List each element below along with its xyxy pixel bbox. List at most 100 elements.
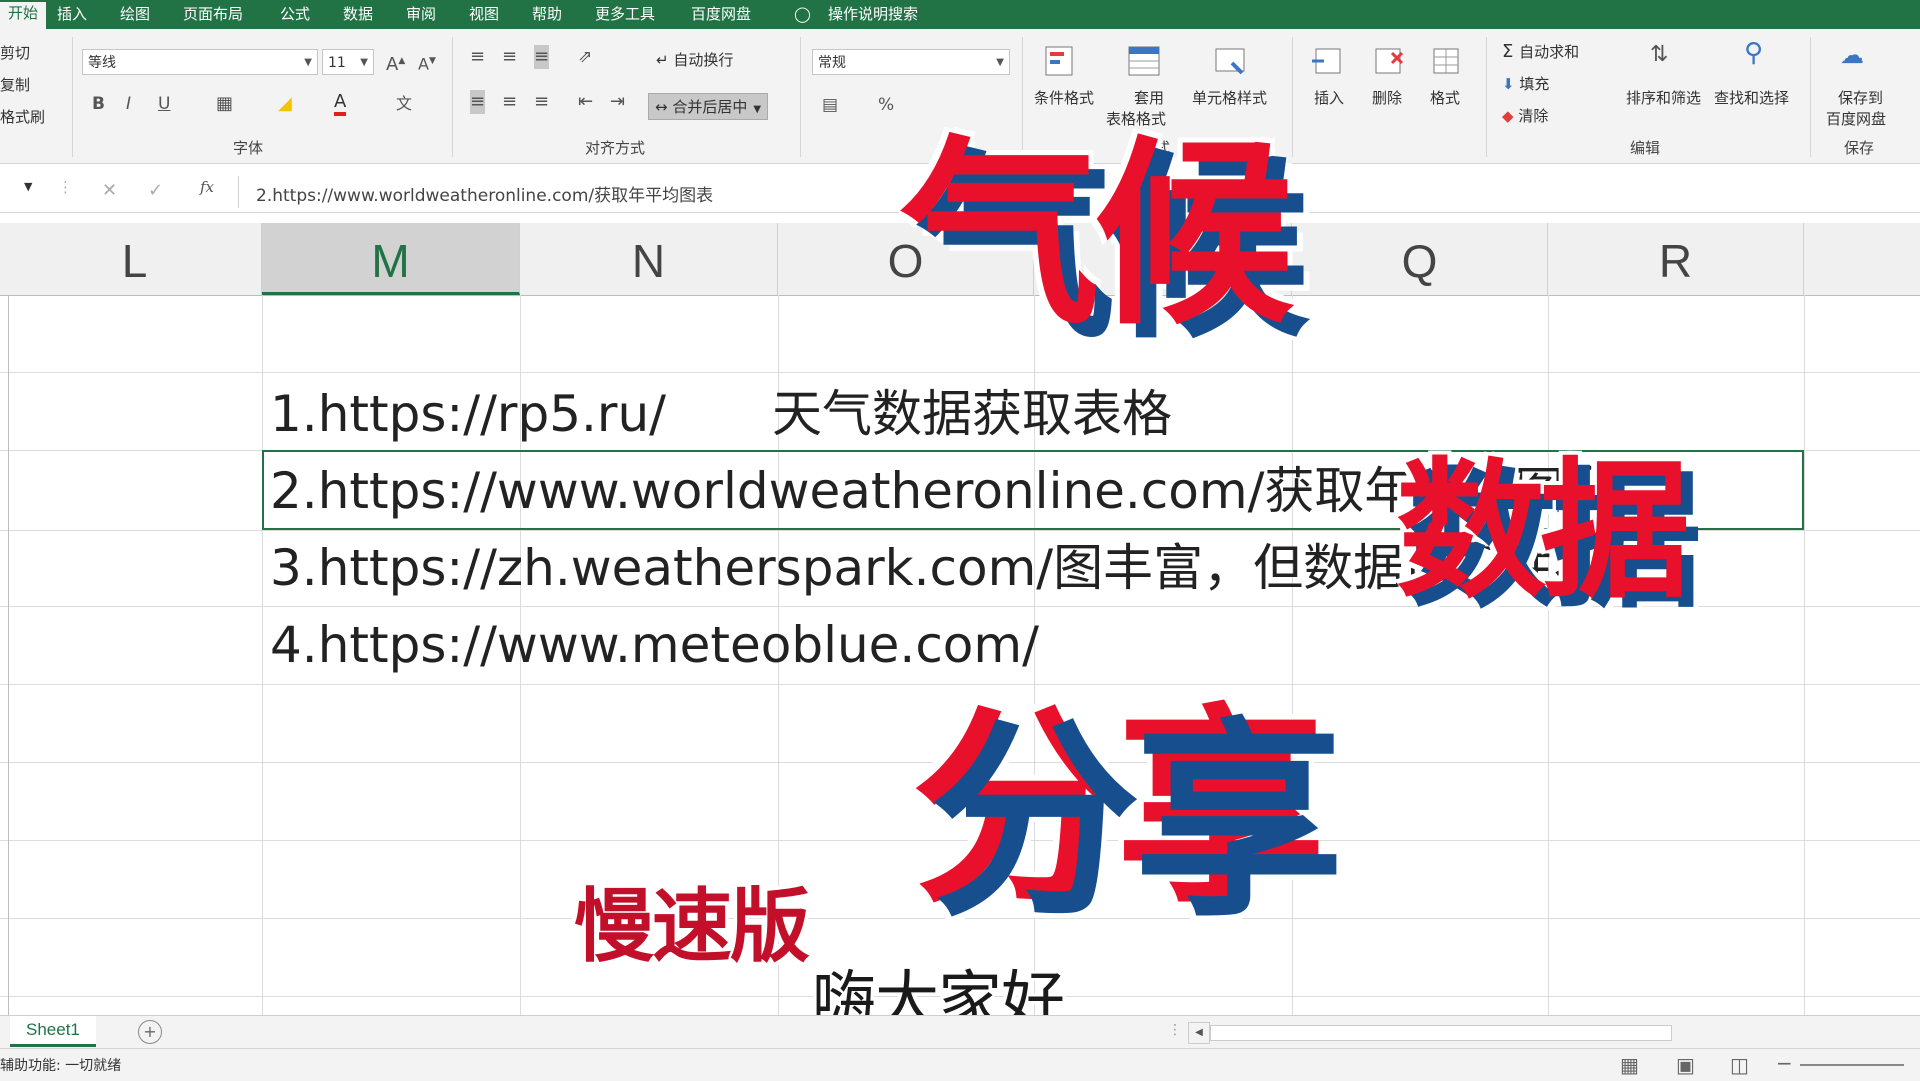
font-size-select[interactable]: 11 ▼ (322, 49, 374, 75)
zoom-slider[interactable] (1800, 1064, 1904, 1066)
column-header-m[interactable]: M (262, 223, 520, 295)
align-top-icon[interactable]: ≡ (470, 45, 485, 69)
normal-view-icon[interactable]: ▦ (1620, 1053, 1639, 1077)
formula-input[interactable]: 2.https://www.worldweatheronline.com/获取年… (256, 181, 713, 206)
font-group-title: 字体 (233, 139, 264, 157)
clear-label: 清除 (1518, 107, 1549, 125)
insert-function-button[interactable]: fx (200, 178, 214, 196)
horizontal-scrollbar[interactable] (1210, 1025, 1672, 1041)
tell-me-search[interactable]: 操作说明搜索 (828, 3, 918, 25)
column-header-r[interactable]: R (1548, 223, 1804, 295)
enter-check-icon[interactable]: ✓ (148, 180, 163, 201)
decrease-indent-icon[interactable]: ⇤ (578, 90, 593, 114)
column-header-q[interactable]: Q (1292, 223, 1548, 295)
save-netdisk-label[interactable]: 百度网盘 (1826, 108, 1886, 129)
format-painter-button[interactable]: 格式刷 (0, 106, 45, 127)
tab-data[interactable]: 数据 (343, 3, 373, 25)
align-right-icon[interactable]: ≡ (534, 90, 549, 114)
orientation-icon[interactable]: ⇗ (578, 45, 592, 69)
divider (238, 176, 239, 208)
merge-icon: ↔ (655, 98, 673, 116)
column-header-n[interactable]: N (520, 223, 778, 295)
number-format-value: 常规 (818, 55, 846, 71)
align-center-icon[interactable]: ≡ (502, 90, 517, 114)
cut-button[interactable]: 剪切 (0, 42, 30, 63)
currency-icon[interactable]: ▤ (822, 93, 838, 117)
overlay-title-share: 分享 (930, 700, 1344, 945)
merge-center-label: 合并后居中 (672, 98, 748, 116)
tab-insert[interactable]: 插入 (57, 3, 87, 25)
col-line (1548, 295, 1549, 1015)
percent-button[interactable]: % (878, 93, 894, 117)
page-break-view-icon[interactable]: ◫ (1730, 1053, 1749, 1077)
underline-icon[interactable]: U (158, 92, 170, 116)
zoom-out-icon[interactable]: − (1776, 1051, 1793, 1075)
name-box-dropdown[interactable]: ▼ (24, 180, 32, 193)
divider (1292, 37, 1293, 157)
overlay-title-climate: 气候 (900, 119, 1294, 352)
bold-icon[interactable]: B (92, 92, 105, 116)
tab-baidu-netdisk[interactable]: 百度网盘 (691, 3, 751, 25)
wrap-text-icon: ↵ (656, 51, 674, 69)
align-bottom-icon[interactable]: ≡ (534, 45, 550, 69)
tab-more-tools[interactable]: 更多工具 (595, 3, 655, 25)
clear-button[interactable]: ◆ 清除 (1502, 105, 1548, 126)
wrap-text-button[interactable]: ↵ 自动换行 (656, 49, 733, 70)
chevron-down-icon: ▼ (360, 57, 368, 68)
copy-button[interactable]: 复制 (0, 74, 30, 95)
align-left-icon[interactable]: ≡ (470, 90, 486, 114)
column-header-l[interactable]: L (8, 223, 262, 295)
cell-m3-note[interactable]: 天气数据获取表格 (772, 384, 1172, 444)
cancel-icon[interactable]: ✕ (102, 180, 117, 201)
cell-m6[interactable]: 4.https://www.meteoblue.com/ (270, 615, 1039, 675)
tab-review[interactable]: 审阅 (406, 3, 436, 25)
wrap-text-label: 自动换行 (673, 51, 734, 69)
align-middle-icon[interactable]: ≡ (502, 45, 517, 69)
fill-button[interactable]: ⬇ 填充 (1502, 73, 1549, 94)
increase-indent-icon[interactable]: ⇥ (610, 90, 625, 114)
insert-cells-icon[interactable] (1308, 41, 1348, 81)
tab-home[interactable]: 开始 (0, 2, 47, 29)
format-cells-label[interactable]: 格式 (1430, 87, 1460, 108)
sheet-tab-sheet1[interactable]: Sheet1 (10, 1016, 96, 1047)
tab-view[interactable]: 视图 (469, 3, 499, 25)
format-cells-icon[interactable] (1426, 41, 1466, 81)
add-sheet-icon[interactable]: + (138, 1020, 162, 1044)
merge-center-button[interactable]: ↔ 合并后居中 ▼ (648, 93, 769, 120)
search-icon[interactable]: ⚲ (1744, 40, 1763, 66)
scroll-left-icon[interactable]: ◀ (1188, 1022, 1210, 1044)
more-dots-icon: ⋮ (58, 178, 73, 196)
tab-help[interactable]: 帮助 (532, 3, 562, 25)
find-select-label[interactable]: 查找和选择 (1714, 87, 1789, 108)
font-name-select[interactable]: 等线 ▼ (82, 49, 318, 75)
status-text: 辅助功能: 一切就绪 (0, 1058, 122, 1074)
fill-color-icon[interactable]: ◢ (278, 92, 292, 116)
row-line (0, 372, 1920, 373)
insert-cells-label[interactable]: 插入 (1314, 87, 1344, 108)
save-to-label[interactable]: 保存到 (1838, 87, 1883, 108)
baidu-cloud-icon[interactable]: ☁ (1840, 43, 1864, 67)
save-group-title: 保存 (1844, 139, 1875, 157)
more-dots-icon: ⋮ (1168, 1022, 1182, 1038)
divider (72, 37, 73, 157)
sort-filter-label[interactable]: 排序和筛选 (1626, 87, 1701, 108)
divider (452, 37, 453, 157)
sort-filter-icon[interactable]: ⇅ (1650, 43, 1668, 67)
delete-cells-icon[interactable] (1368, 41, 1408, 81)
borders-icon[interactable]: ▦ (216, 92, 233, 116)
font-color-icon[interactable]: A (334, 92, 347, 116)
autosum-button[interactable]: Σ 自动求和 (1502, 41, 1579, 62)
tab-formulas[interactable]: 公式 (280, 3, 310, 25)
increase-font-icon[interactable]: A▲ (386, 49, 405, 77)
page-layout-view-icon[interactable]: ▣ (1676, 1053, 1695, 1077)
alignment-group-title: 对齐方式 (585, 139, 646, 157)
tab-page-layout[interactable]: 页面布局 (183, 3, 243, 25)
cell-m3-url[interactable]: 1.https://rp5.ru/ (270, 384, 666, 444)
decrease-font-icon[interactable]: A▼ (418, 49, 436, 76)
sigma-icon: Σ (1502, 41, 1520, 62)
fill-down-icon: ⬇ (1502, 75, 1520, 93)
italic-icon[interactable]: I (126, 92, 131, 116)
tab-draw[interactable]: 绘图 (120, 3, 150, 25)
delete-cells-label[interactable]: 删除 (1372, 87, 1402, 108)
phonetic-icon[interactable]: 文 (396, 92, 412, 116)
